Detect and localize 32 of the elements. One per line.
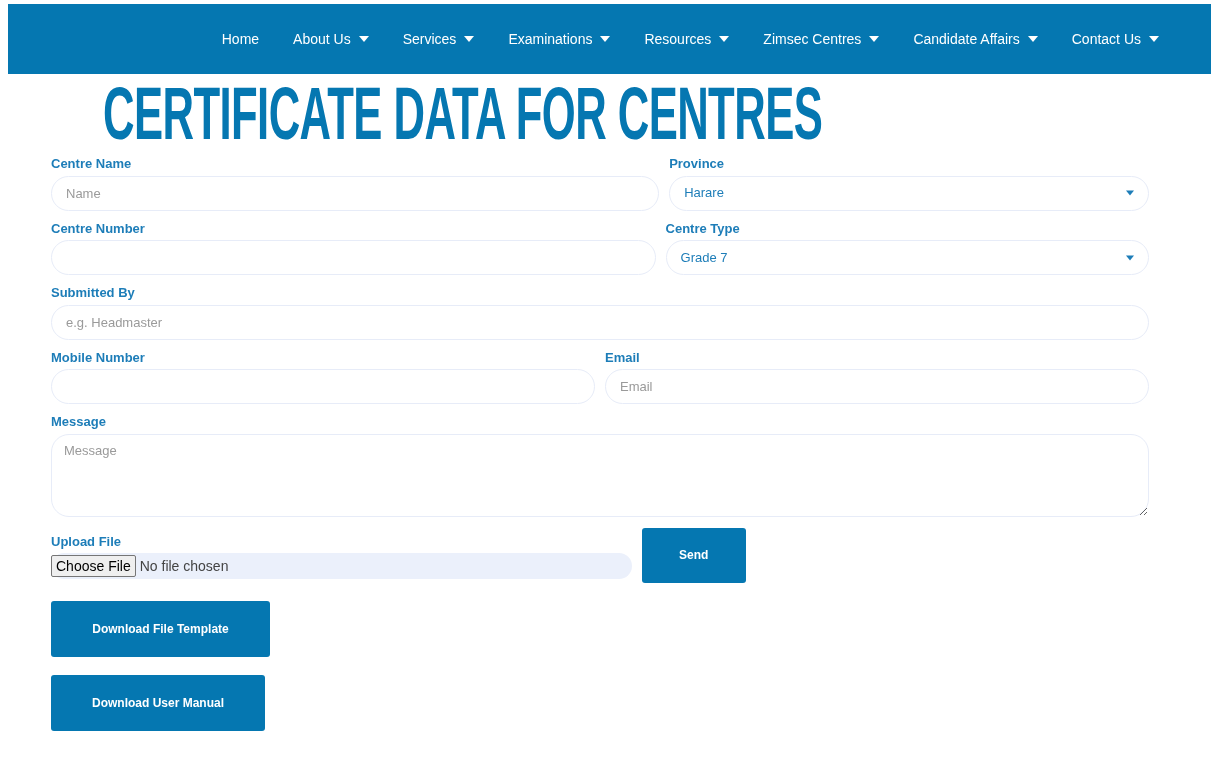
choose-file-button[interactable]: Choose File [51, 555, 136, 577]
send-button[interactable]: Send [641, 527, 746, 583]
field-label: Centre Name [51, 155, 133, 173]
download-button[interactable]: Download User Manual [51, 674, 265, 731]
input-field[interactable]: e.g. Headmaster [51, 304, 1149, 340]
field-label: Email [605, 348, 641, 367]
input-field[interactable]: Name [51, 175, 660, 211]
input-field[interactable] [51, 369, 595, 404]
field-label: Message [51, 413, 107, 431]
nav-link[interactable]: Examinations [508, 28, 611, 50]
field-label: Mobile Number [51, 348, 146, 367]
nav-link[interactable]: Resources [644, 28, 730, 50]
nav-link[interactable]: Candidate Affairs [913, 28, 1038, 50]
field-label: Province [669, 155, 726, 173]
file-status: No file chosen [139, 556, 229, 576]
page-title: CERTIFICATE DATA FOR CENTRES [103, 74, 823, 154]
caret-icon [1126, 190, 1134, 196]
input-field[interactable] [51, 240, 656, 275]
nav-link[interactable]: Home [221, 28, 260, 50]
download-button[interactable]: Download File Template [51, 600, 270, 657]
file-field[interactable]: Choose File No file chosen [51, 553, 632, 579]
nav-link[interactable]: About Us [293, 28, 369, 50]
input-field[interactable]: Email [605, 369, 1149, 404]
field-label: Centre Type [665, 219, 741, 238]
message-field[interactable]: Message [51, 433, 1149, 517]
field-label: Upload File [51, 532, 123, 551]
field-label: Submitted By [51, 284, 136, 302]
caret-icon [1126, 254, 1134, 261]
nav-link[interactable]: Services [402, 28, 475, 50]
nav-link[interactable]: Zimsec Centres [763, 28, 880, 50]
field-label: Centre Number [51, 219, 146, 238]
nav-link[interactable]: Contact Us [1071, 28, 1159, 50]
